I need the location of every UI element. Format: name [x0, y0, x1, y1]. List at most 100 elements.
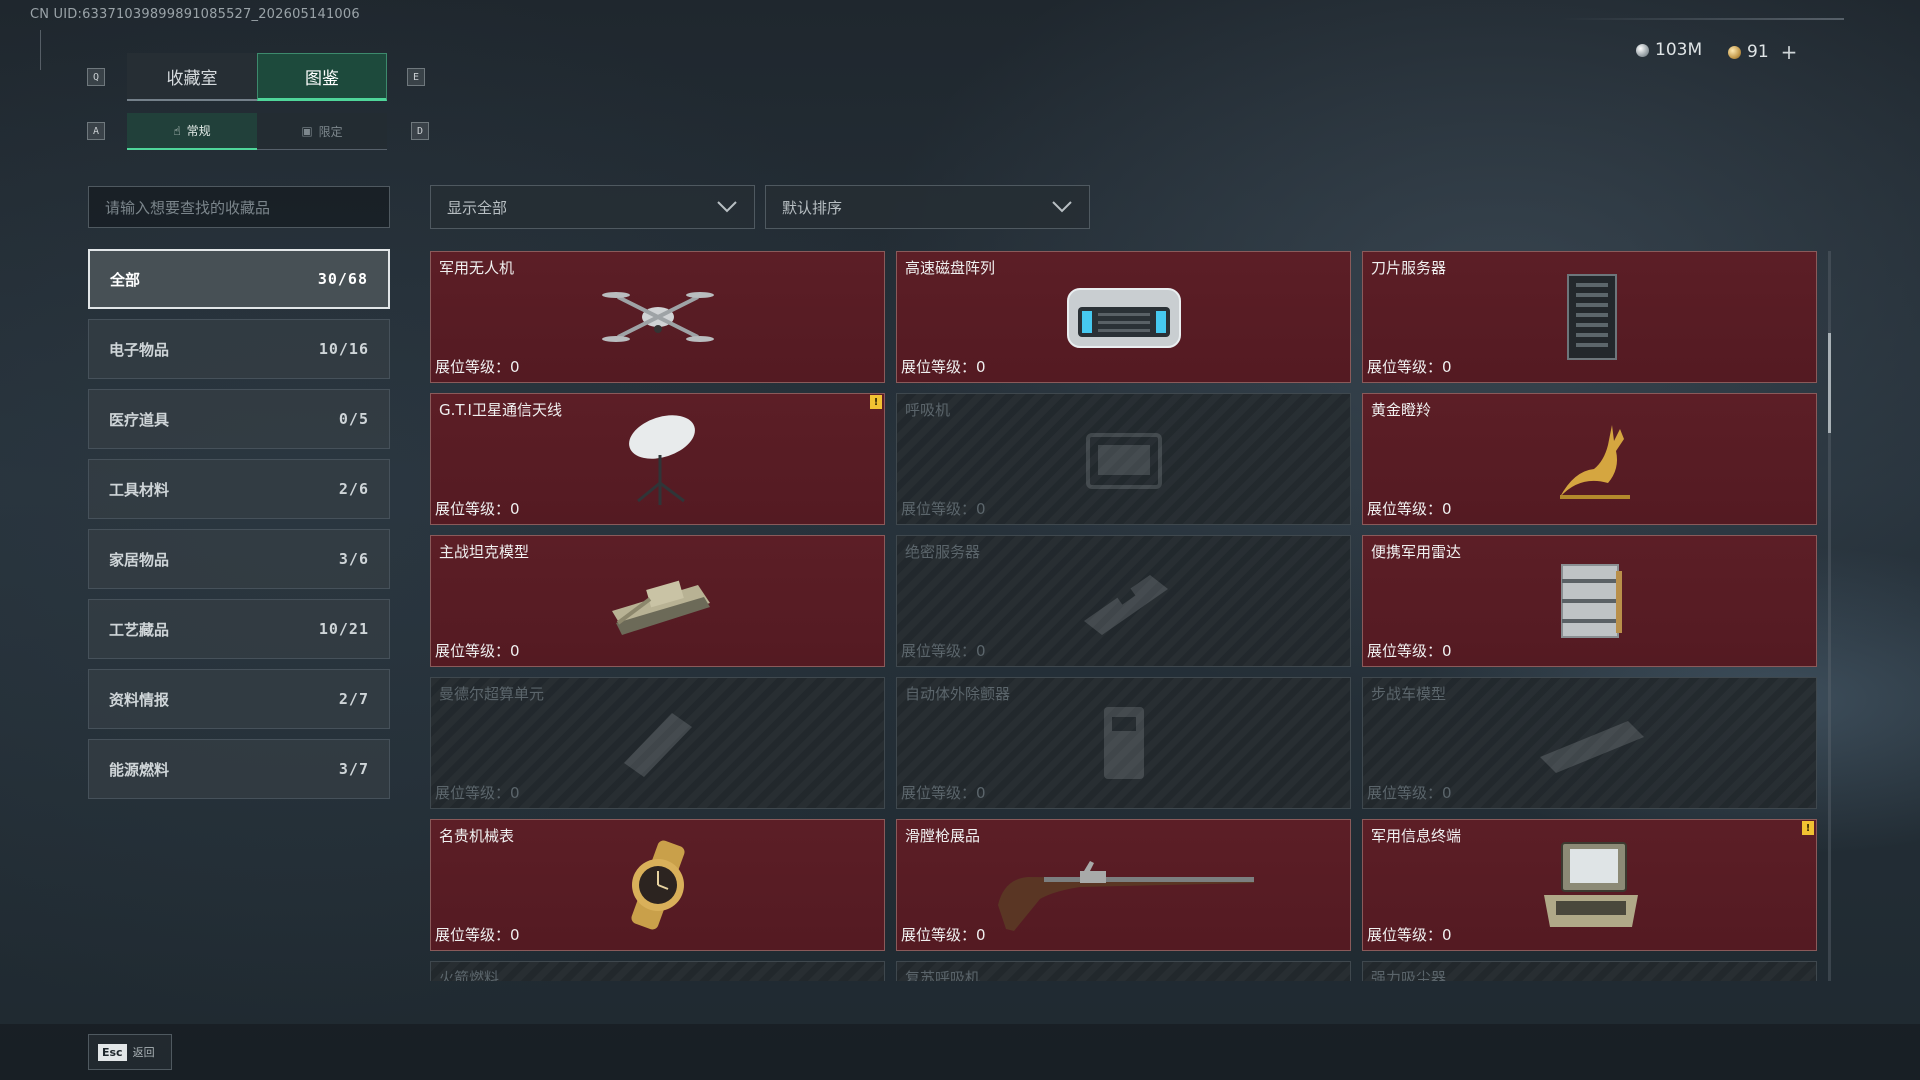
gold-amount: 91 — [1747, 42, 1769, 62]
back-label: 返回 — [132, 1046, 155, 1059]
category-household[interactable]: 家居物品 3/6 — [88, 529, 390, 589]
display-filter-value: 显示全部 — [447, 198, 508, 217]
item-card[interactable]: 绝密服务器 展位等级：0 — [896, 535, 1351, 667]
item-card[interactable]: G.T.I卫星通信天线 展位等级：0 ! — [430, 393, 885, 525]
alert-flag-icon: ! — [1802, 821, 1814, 835]
item-level: 展位等级：0 — [1367, 358, 1452, 376]
secret-server-icon — [1083, 575, 1168, 635]
item-card[interactable]: 步战车模型 展位等级：0 — [1362, 677, 1817, 809]
item-name: 滑膛枪展品 — [905, 827, 981, 845]
key-hint-d: D — [411, 122, 429, 140]
display-filter-dropdown[interactable]: 显示全部 — [430, 185, 755, 229]
item-card[interactable]: 军用无人机 展位等级：0 — [430, 251, 885, 383]
subtab-limited-label: 限定 — [318, 124, 343, 139]
item-name: 呼吸机 — [905, 401, 951, 419]
item-level: 展位等级：0 — [901, 926, 986, 944]
item-level: 展位等级：0 — [1367, 642, 1452, 660]
item-name: 刀片服务器 — [1371, 259, 1447, 277]
add-currency-button[interactable]: + — [1781, 40, 1798, 64]
grid-scrollbar-thumb[interactable] — [1828, 333, 1831, 433]
item-level: 展位等级：0 — [435, 358, 520, 376]
item-name: 强力吸尘器 — [1371, 969, 1447, 981]
corner-decoration — [40, 30, 50, 70]
category-all[interactable]: 全部 30/68 — [88, 249, 390, 309]
alert-flag-icon: ! — [870, 395, 882, 409]
search-input[interactable]: 请输入想要查找的收藏品 — [88, 186, 390, 228]
item-card[interactable]: 黄金瞪羚 展位等级：0 — [1362, 393, 1817, 525]
item-name: 主战坦克模型 — [439, 543, 530, 561]
item-card[interactable]: 滑膛枪展品 展位等级：0 — [896, 819, 1351, 951]
tab-catalog[interactable]: 图鉴 — [257, 53, 387, 101]
item-name: 便携军用雷达 — [1371, 543, 1462, 561]
category-tools[interactable]: 工具材料 2/6 — [88, 459, 390, 519]
item-card[interactable]: 曼德尔超算单元 展位等级：0 — [430, 677, 885, 809]
category-count: 3/7 — [338, 760, 369, 778]
key-hint-e: E — [407, 68, 425, 86]
category-electronics[interactable]: 电子物品 10/16 — [88, 319, 390, 379]
sort-dropdown[interactable]: 默认排序 — [765, 185, 1090, 229]
defibrillator-icon — [1103, 707, 1144, 779]
silver-coin-icon — [1636, 43, 1649, 57]
silver-amount: 103M — [1655, 40, 1703, 60]
item-level: 展位等级：0 — [901, 784, 986, 802]
category-label: 资料情报 — [109, 690, 170, 709]
item-level: 展位等级：0 — [901, 358, 986, 376]
category-medical[interactable]: 医疗道具 0/5 — [88, 389, 390, 449]
sort-value: 默认排序 — [782, 198, 843, 217]
category-count: 10/21 — [318, 620, 369, 638]
item-card[interactable]: 刀片服务器 展位等级：0 — [1362, 251, 1817, 383]
hand-icon: ☝ — [173, 123, 181, 138]
item-name: 名贵机械表 — [439, 827, 515, 845]
item-card[interactable]: 自动体外除颤器 展位等级：0 — [896, 677, 1351, 809]
subtab-regular[interactable]: ☝ 常规 — [127, 113, 257, 150]
item-card[interactable]: 主战坦克模型 展位等级：0 — [430, 535, 885, 667]
frame-icon: ▣ — [301, 124, 313, 138]
item-name: 自动体外除颤器 — [905, 685, 1011, 703]
item-card[interactable]: 火箭燃料 — [430, 961, 885, 981]
satellite-dish-icon — [628, 415, 695, 505]
item-name: 曼德尔超算单元 — [439, 685, 545, 703]
drone-icon — [601, 292, 714, 342]
item-card[interactable]: 复苏呼吸机 — [896, 961, 1351, 981]
item-level: 展位等级：0 — [1367, 500, 1452, 518]
subtab-regular-label: 常规 — [186, 124, 211, 138]
subtab-limited[interactable]: ▣ 限定 — [257, 113, 387, 150]
item-card[interactable]: 名贵机械表 展位等级：0 — [430, 819, 885, 951]
category-count: 3/6 — [338, 550, 369, 568]
category-count: 30/68 — [317, 270, 368, 288]
terminal-icon — [1543, 842, 1638, 927]
disk-array-icon — [1066, 288, 1181, 348]
item-card[interactable]: 军用信息终端 展位等级：0 ! — [1362, 819, 1817, 951]
item-card[interactable]: 强力吸尘器 — [1362, 961, 1817, 981]
item-level: 展位等级：0 — [435, 500, 520, 518]
item-level: 展位等级：0 — [435, 784, 520, 802]
item-name: G.T.I卫星通信天线 — [439, 401, 562, 419]
back-button[interactable]: Esc 返回 — [88, 1034, 172, 1070]
ifv-icon — [1539, 721, 1644, 773]
item-level: 展位等级：0 — [901, 500, 986, 518]
category-label: 电子物品 — [109, 340, 170, 359]
category-count: 2/7 — [338, 690, 369, 708]
gold-currency: 91 + — [1728, 40, 1797, 64]
item-name: 复苏呼吸机 — [905, 969, 981, 981]
item-level: 展位等级：0 — [435, 642, 520, 660]
item-card[interactable]: 呼吸机 展位等级：0 — [896, 393, 1351, 525]
gazelle-icon — [1559, 425, 1630, 499]
item-name: 军用信息终端 — [1371, 827, 1462, 845]
category-label: 工艺藏品 — [109, 620, 170, 639]
item-level: 展位等级：0 — [1367, 926, 1452, 944]
category-intel[interactable]: 资料情报 2/7 — [88, 669, 390, 729]
category-label: 医疗道具 — [109, 410, 170, 429]
category-label: 工具材料 — [109, 480, 170, 499]
tab-collection-room[interactable]: 收藏室 — [127, 53, 257, 101]
collection-screen: CN UID:63371039899891085527_202605141006… — [0, 0, 1920, 1080]
category-crafts[interactable]: 工艺藏品 10/21 — [88, 599, 390, 659]
uid-label: CN UID:63371039899891085527_202605141006 — [30, 7, 360, 22]
item-card[interactable]: 高速磁盘阵列 展位等级：0 — [896, 251, 1351, 383]
item-name: 军用无人机 — [439, 259, 515, 277]
item-level: 展位等级：0 — [1367, 784, 1452, 802]
item-card[interactable]: 便携军用雷达 展位等级：0 — [1362, 535, 1817, 667]
category-label: 能源燃料 — [109, 760, 170, 779]
item-level: 展位等级：0 — [435, 926, 520, 944]
category-energy[interactable]: 能源燃料 3/7 — [88, 739, 390, 799]
